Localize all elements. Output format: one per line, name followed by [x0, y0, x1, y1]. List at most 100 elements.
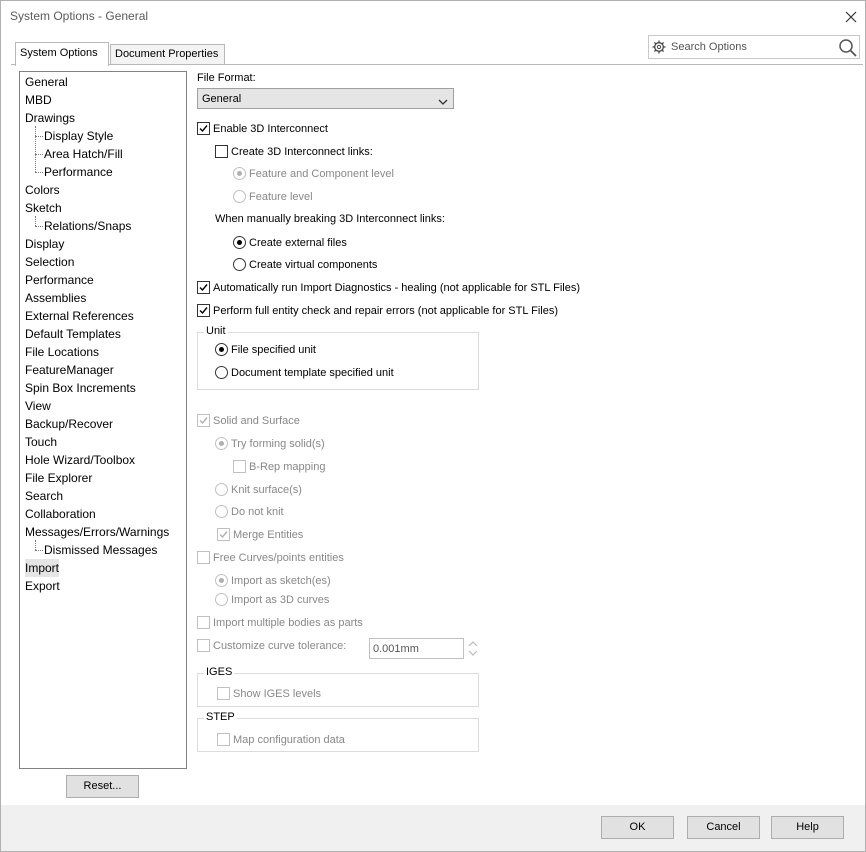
import-as-3d-curves-radio[interactable]: [215, 593, 228, 606]
options-tree[interactable]: General MBD Drawings Display Style Area …: [19, 71, 187, 769]
file-specified-unit-label: File specified unit: [231, 344, 316, 356]
tree-connector: [35, 154, 43, 155]
tree-item-relations-snaps[interactable]: Relations/Snaps: [44, 217, 131, 235]
solid-surface-checkbox[interactable]: [197, 414, 210, 427]
customize-curve-tolerance-checkbox[interactable]: [197, 639, 210, 652]
system-options-dialog: System Options - General System Options …: [0, 0, 866, 852]
do-not-knit-label: Do not knit: [231, 506, 284, 518]
auto-import-diagnostics-checkbox[interactable]: [197, 281, 210, 294]
feature-level-label: Feature level: [249, 191, 313, 203]
file-specified-unit-radio[interactable]: [215, 343, 228, 356]
doc-template-unit-label: Document template specified unit: [231, 367, 394, 379]
title-bar: System Options - General: [1, 1, 865, 32]
tree-item-export[interactable]: Export: [25, 577, 60, 595]
try-forming-solids-label: Try forming solid(s): [231, 438, 325, 450]
tree-item-file-locations[interactable]: File Locations: [25, 343, 99, 361]
tree-item-hole-wizard-toolbox[interactable]: Hole Wizard/Toolbox: [25, 451, 135, 469]
merge-entities-label: Merge Entities: [233, 529, 304, 541]
tree-item-drawings-performance[interactable]: Performance: [44, 163, 113, 181]
close-icon[interactable]: [841, 7, 861, 27]
auto-import-diagnostics-label: Automatically run Import Diagnostics - h…: [213, 282, 581, 294]
create-3d-links-checkbox[interactable]: [215, 145, 228, 158]
full-entity-check-label: Perform full entity check and repair err…: [213, 305, 559, 317]
import-as-3d-curves-label: Import as 3D curves: [231, 594, 330, 606]
tree-item-colors[interactable]: Colors: [25, 181, 60, 199]
solid-surface-label: Solid and Surface: [213, 415, 300, 427]
map-configuration-data-checkbox[interactable]: [217, 733, 230, 746]
tabs-row: System Options Document Properties Searc…: [1, 32, 865, 66]
tree-item-search[interactable]: Search: [25, 487, 63, 505]
tree-item-view[interactable]: View: [25, 397, 51, 415]
enable-3d-interconnect-label: Enable 3D Interconnect: [213, 123, 328, 135]
try-forming-solids-radio[interactable]: [215, 437, 228, 450]
show-iges-levels-checkbox[interactable]: [217, 687, 230, 700]
tree-item-import[interactable]: Import: [25, 559, 60, 577]
feature-component-level-radio[interactable]: [233, 167, 246, 180]
create-external-files-radio[interactable]: [233, 236, 246, 249]
create-virtual-components-label: Create virtual components: [249, 259, 378, 271]
tree-item-selection[interactable]: Selection: [25, 253, 74, 271]
import-as-sketch-radio[interactable]: [215, 574, 228, 587]
ok-button[interactable]: OK: [601, 816, 674, 839]
tree-item-external-references[interactable]: External References: [25, 307, 134, 325]
tree-item-general[interactable]: General: [25, 73, 68, 91]
tree-item-drawings[interactable]: Drawings: [25, 109, 75, 127]
full-entity-check-checkbox[interactable]: [197, 304, 210, 317]
radio-dot: [237, 240, 242, 245]
radio-dot: [219, 578, 224, 583]
search-box[interactable]: Search Options: [648, 35, 860, 59]
tree-item-display-style[interactable]: Display Style: [44, 127, 113, 145]
import-multiple-bodies-label: Import multiple bodies as parts: [213, 617, 363, 629]
tree-item-file-explorer[interactable]: File Explorer: [25, 469, 92, 487]
free-curves-checkbox[interactable]: [197, 551, 210, 564]
help-button[interactable]: Help: [771, 816, 844, 839]
step-group-title: STEP: [204, 711, 237, 723]
tree-item-area-hatch-fill[interactable]: Area Hatch/Fill: [44, 145, 123, 163]
create-3d-links-label: Create 3D Interconnect links:: [231, 146, 373, 158]
spinner-arrows-icon[interactable]: [466, 638, 480, 659]
tree-item-default-templates[interactable]: Default Templates: [25, 325, 121, 343]
create-external-files-label: Create external files: [249, 237, 347, 249]
tree-item-collaboration[interactable]: Collaboration: [25, 505, 96, 523]
tree-connector: [35, 216, 36, 226]
tree-item-spin-box-increments[interactable]: Spin Box Increments: [25, 379, 136, 397]
free-curves-label: Free Curves/points entities: [213, 552, 344, 564]
cancel-button[interactable]: Cancel: [687, 816, 760, 839]
window-title: System Options - General: [10, 9, 149, 23]
tree-item-touch[interactable]: Touch: [25, 433, 57, 451]
create-virtual-components-radio[interactable]: [233, 258, 246, 271]
radio-dot: [237, 171, 242, 176]
knit-surfaces-radio[interactable]: [215, 483, 228, 496]
tree-item-performance[interactable]: Performance: [25, 271, 94, 289]
tree-item-featuremanager[interactable]: FeatureManager: [25, 361, 114, 379]
tree-item-assemblies[interactable]: Assemblies: [25, 289, 86, 307]
map-configuration-data-label: Map configuration data: [233, 734, 345, 746]
customize-curve-tolerance-label: Customize curve tolerance:: [213, 640, 347, 652]
curve-tolerance-input[interactable]: 0.001mm: [369, 638, 464, 659]
chevron-down-icon: [438, 95, 448, 105]
manual-break-label: When manually breaking 3D Interconnect l…: [215, 213, 445, 225]
iges-group-title: IGES: [204, 666, 235, 678]
tab-system-options[interactable]: System Options: [15, 42, 109, 66]
merge-entities-checkbox[interactable]: [217, 528, 230, 541]
file-format-select[interactable]: General: [197, 88, 454, 109]
tree-item-mbd[interactable]: MBD: [25, 91, 52, 109]
radio-dot: [219, 441, 224, 446]
import-multiple-bodies-checkbox[interactable]: [197, 616, 210, 629]
reset-button[interactable]: Reset...: [66, 775, 139, 798]
tab-document-properties[interactable]: Document Properties: [110, 44, 225, 65]
tree-item-backup-recover[interactable]: Backup/Recover: [25, 415, 113, 433]
file-format-label: File Format:: [197, 72, 256, 84]
tree-item-display[interactable]: Display: [25, 235, 64, 253]
enable-3d-interconnect-checkbox[interactable]: [197, 122, 210, 135]
tree-item-messages-errors-warnings[interactable]: Messages/Errors/Warnings: [25, 523, 169, 541]
tree-connector: [35, 226, 43, 227]
tree-item-sketch[interactable]: Sketch: [25, 199, 62, 217]
do-not-knit-radio[interactable]: [215, 505, 228, 518]
tree-item-dismissed-messages[interactable]: Dismissed Messages: [44, 541, 157, 559]
feature-level-radio[interactable]: [233, 190, 246, 203]
brep-mapping-checkbox[interactable]: [233, 460, 246, 473]
search-icon[interactable]: [838, 38, 858, 58]
doc-template-unit-radio[interactable]: [215, 366, 228, 379]
search-input[interactable]: Search Options: [671, 41, 747, 53]
